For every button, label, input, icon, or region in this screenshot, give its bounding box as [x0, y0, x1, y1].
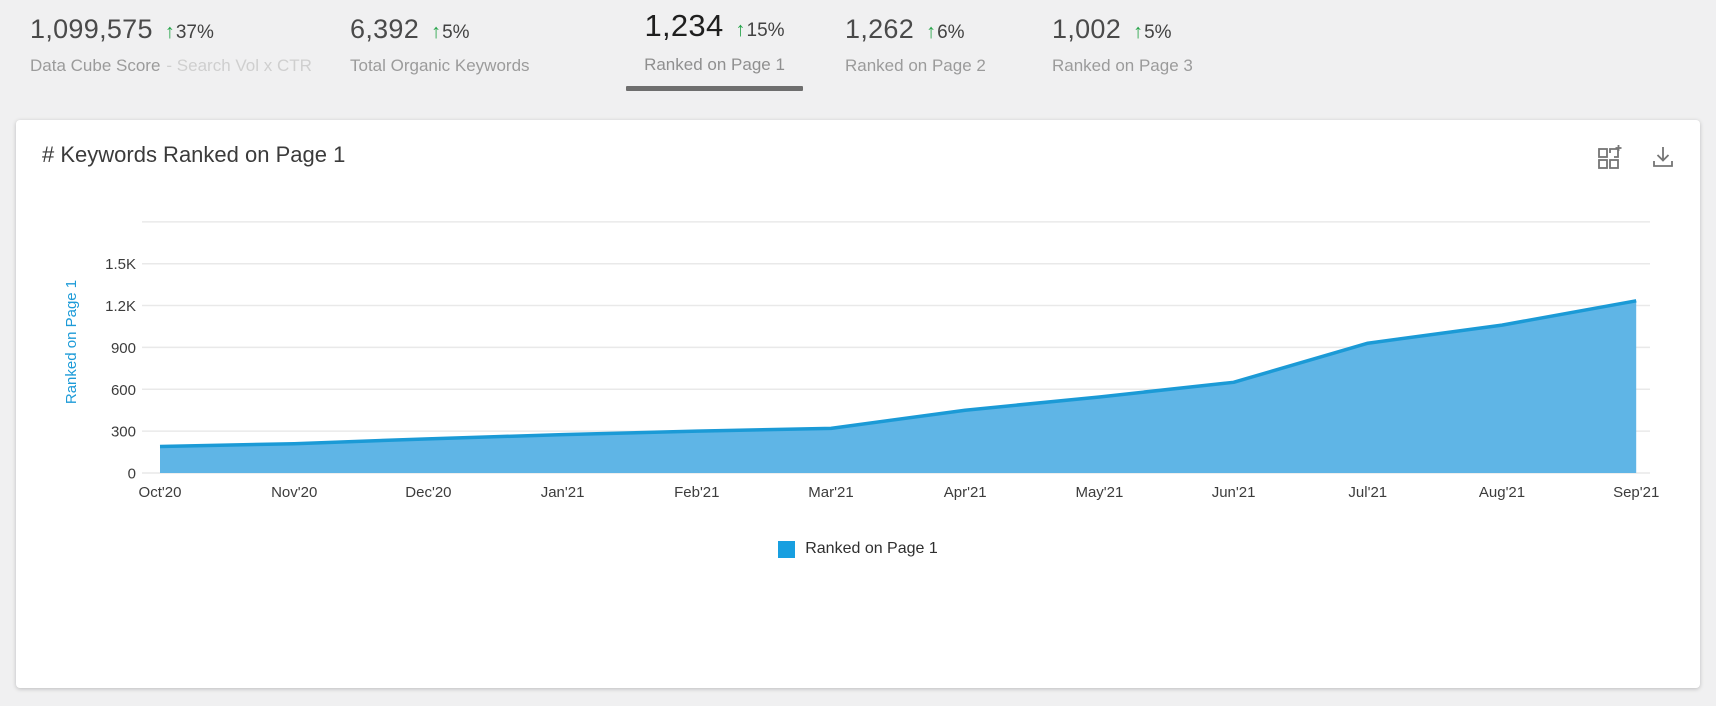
stat-value: 1,234 [644, 8, 724, 43]
card-actions [1596, 144, 1676, 170]
stat-label: Total Organic Keywords [350, 56, 530, 75]
stat-delta: ↑ 15% [736, 19, 785, 42]
svg-text:900: 900 [111, 340, 136, 357]
stat-value: 1,262 [845, 14, 915, 44]
stat-total-organic-keywords[interactable]: 6,392 ↑ 5% Total Organic Keywords [350, 14, 530, 76]
stat-value-row: 6,392 ↑ 5% [350, 14, 530, 45]
card-title: # Keywords Ranked on Page 1 [42, 142, 346, 167]
stat-value: 6,392 [350, 14, 420, 44]
stat-ranked-on-page-2[interactable]: 1,262 ↑ 6% Ranked on Page 2 [845, 14, 986, 76]
svg-text:Jan'21: Jan'21 [541, 484, 585, 501]
svg-text:1.5K: 1.5K [105, 256, 136, 273]
stat-value: 1,099,575 [30, 14, 153, 44]
svg-text:Jun'21: Jun'21 [1212, 484, 1256, 501]
stat-delta-value: 15% [746, 20, 785, 41]
legend-swatch [778, 540, 796, 558]
download-icon[interactable] [1650, 144, 1676, 170]
stat-delta-value: 6% [937, 22, 965, 43]
svg-text:Dec'20: Dec'20 [405, 484, 451, 501]
stat-delta: ↑ 5% [1133, 21, 1171, 44]
stat-data-cube-score[interactable]: 1,099,575 ↑ 37% Data Cube Score - Search V… [30, 14, 312, 76]
stat-label: Ranked on Page 2 [845, 56, 986, 75]
svg-text:Oct'20: Oct'20 [139, 484, 182, 501]
stat-value-row: 1,002 ↑ 5% [1052, 14, 1193, 45]
kpi-stats-bar: 1,099,575 ↑ 37% Data Cube Score - Search V… [0, 0, 1716, 120]
stat-delta-value: 5% [1144, 22, 1172, 43]
keywords-chart-card: # Keywords Ranked on Page 1 0 300 600 90… [16, 120, 1700, 688]
svg-text:0: 0 [128, 466, 136, 483]
page: 1,099,575 ↑ 37% Data Cube Score - Search V… [0, 0, 1716, 706]
svg-text:Apr'21: Apr'21 [944, 484, 987, 501]
svg-text:Aug'21: Aug'21 [1479, 484, 1525, 501]
stat-delta: ↑ 5% [431, 21, 469, 44]
svg-text:Nov'20: Nov'20 [271, 484, 317, 501]
svg-text:Jul'21: Jul'21 [1348, 484, 1387, 501]
stat-delta-value: 37% [175, 22, 214, 43]
up-arrow-icon: ↑ [735, 19, 746, 41]
svg-text:1.2K: 1.2K [105, 298, 136, 315]
stat-value: 1,002 [1052, 14, 1122, 44]
stat-ranked-on-page-3[interactable]: 1,002 ↑ 5% Ranked on Page 3 [1052, 14, 1193, 76]
svg-text:May'21: May'21 [1075, 484, 1123, 501]
add-to-dashboard-icon[interactable] [1596, 144, 1622, 170]
stat-ranked-on-page-1-active[interactable]: 1,234 ↑ 15% Ranked on Page 1 [626, 8, 803, 91]
stat-label: Data Cube Score - Search Vol x CTR [30, 56, 312, 75]
legend-item-ranked-on-page-1[interactable]: Ranked on Page 1 [778, 540, 938, 558]
up-arrow-icon: ↑ [1133, 21, 1144, 43]
up-arrow-icon: ↑ [164, 21, 175, 43]
svg-text:Mar'21: Mar'21 [808, 484, 853, 501]
svg-text:Sep'21: Sep'21 [1613, 484, 1659, 501]
svg-text:Ranked on Page 1: Ranked on Page 1 [63, 280, 80, 404]
stat-value-row: 1,099,575 ↑ 37% [30, 14, 312, 45]
stat-value-row: 1,234 ↑ 15% [626, 8, 803, 44]
keywords-area-chart: 0 300 600 900 1.2K 1.5K Oct'20 Nov'20 Dec'20 Jan'… [63, 221, 1659, 501]
stat-delta-value: 5% [442, 22, 470, 43]
legend-label: Ranked on Page 1 [805, 540, 938, 557]
svg-text:600: 600 [111, 382, 136, 399]
stat-label: Ranked on Page 1 [644, 55, 785, 74]
active-stat-underline [626, 86, 803, 91]
svg-text:Feb'21: Feb'21 [674, 484, 719, 501]
stat-delta: ↑ 37% [165, 21, 214, 44]
stat-value-row: 1,262 ↑ 6% [845, 14, 986, 45]
stat-label: Ranked on Page 3 [1052, 56, 1193, 75]
svg-text:300: 300 [111, 424, 136, 441]
stat-sublabel: - Search Vol x CTR [166, 56, 312, 75]
stat-delta: ↑ 6% [926, 21, 964, 44]
up-arrow-icon: ↑ [926, 21, 937, 43]
up-arrow-icon: ↑ [431, 21, 442, 43]
chart-legend: Ranked on Page 1 [16, 540, 1700, 558]
